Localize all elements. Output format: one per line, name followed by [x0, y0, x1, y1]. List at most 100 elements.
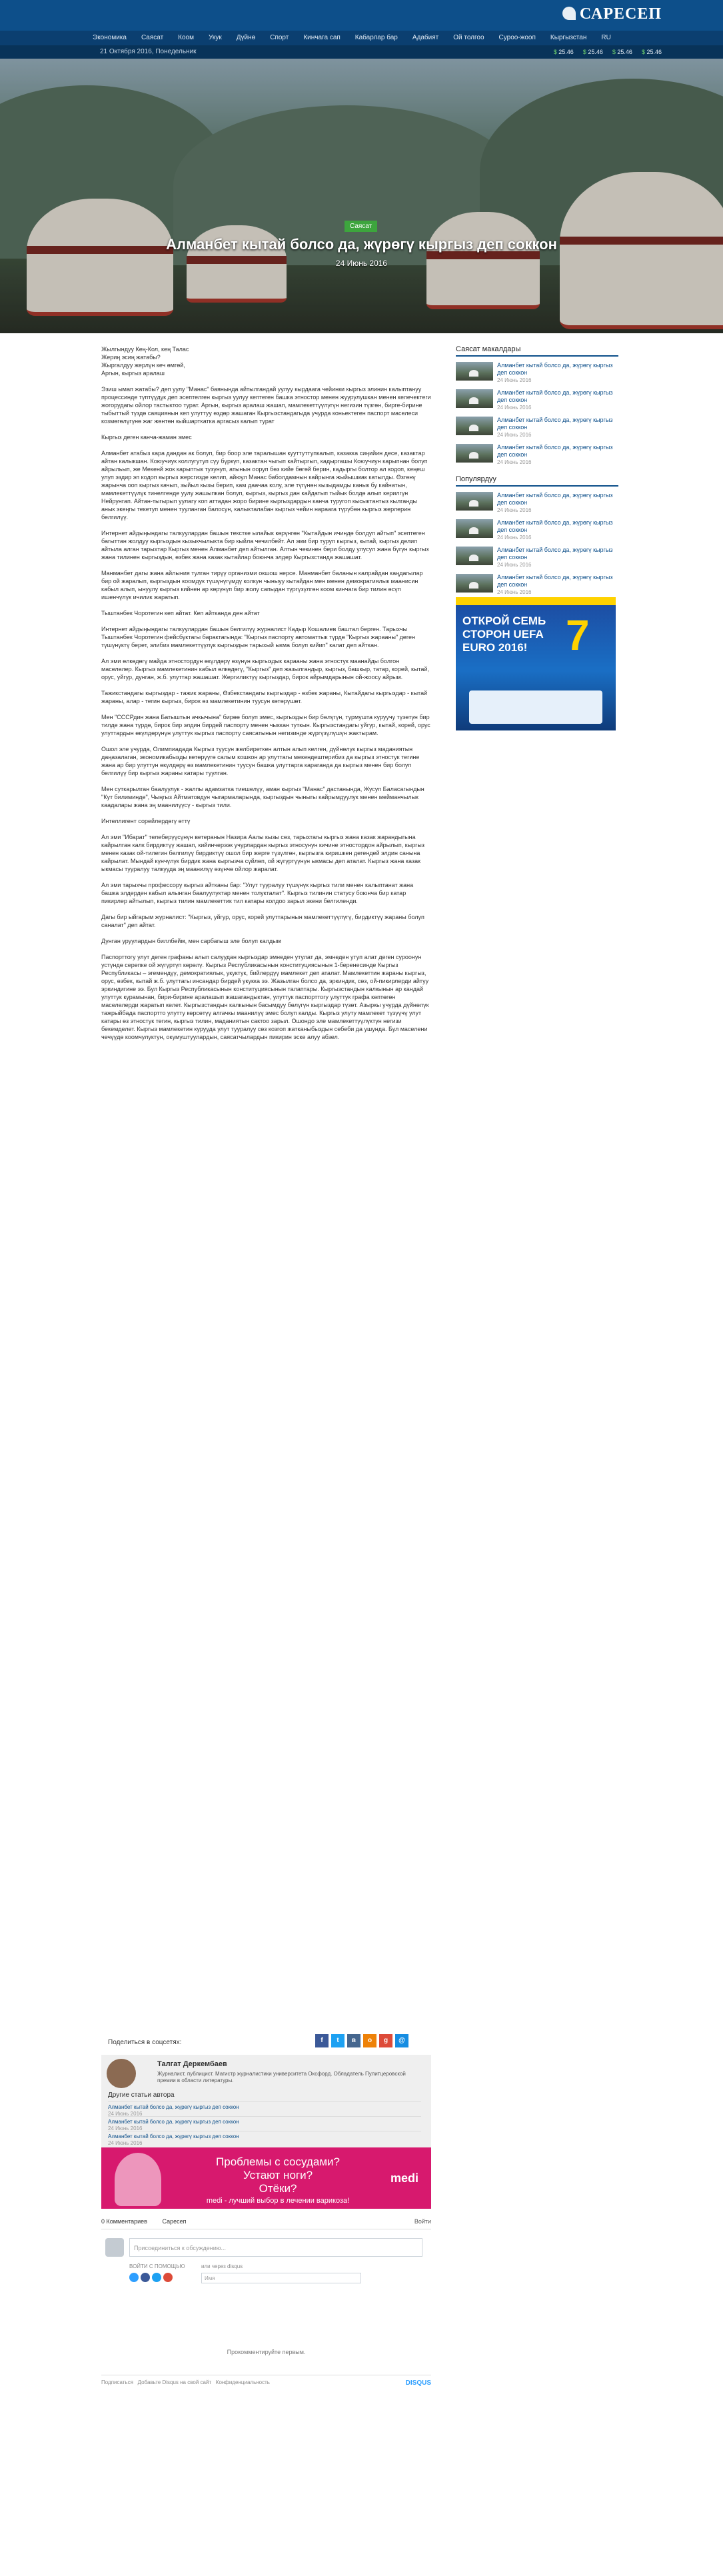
site-logo[interactable]: САРЕСЕП — [562, 5, 662, 23]
disqus-logo[interactable]: DISQUS — [406, 2379, 431, 2387]
ad-title: ОТКРОЙ СЕМЬ СТОРОН UEFA EURO 2016! — [462, 615, 546, 654]
sidebar-list: Алманбет кытай болсо да, жүрөгү кыргыз д… — [456, 362, 618, 466]
sidebar-article-text: Алманбет кытай болсо да, жүрөгү кыргыз д… — [497, 362, 618, 384]
sidebar-article-date: 24 Июнь 2016 — [497, 535, 532, 541]
name-input[interactable]: Имя — [201, 2273, 361, 2283]
or-disqus-label: или через disqus — [201, 2263, 243, 2269]
nav-item[interactable]: Спорт — [263, 31, 296, 45]
comments-footer: Подписаться Добавьте Disqus на свой сайт… — [101, 2375, 431, 2387]
add-disqus-link[interactable]: Добавьте Disqus на свой сайт — [138, 2379, 212, 2385]
currency-rate: $ 25.46 — [612, 45, 632, 59]
twitter-icon[interactable]: t — [331, 2034, 345, 2047]
article-paragraph: Ал эми тарыхчы профессору кыргыз айтканы… — [101, 882, 414, 904]
ad-subline: medi - лучший выбор в лечении варикоза! — [206, 2197, 350, 2205]
article-thumbnail — [456, 519, 493, 538]
hero-banner: Саясат Алманбет кытай болсо да, жүрөгү к… — [0, 59, 723, 333]
comments-login[interactable]: Войти — [414, 2218, 431, 2225]
ad-number: 7 — [566, 611, 590, 659]
author-article[interactable]: Алманбет кытай болсо да, жүрөгү кыргыз д… — [108, 2116, 421, 2132]
vk-icon[interactable]: в — [347, 2034, 361, 2047]
nav-item[interactable]: Дүйнө — [229, 31, 263, 45]
twitter-login-icon[interactable] — [152, 2273, 161, 2282]
google-plus-icon[interactable]: g — [379, 2034, 392, 2047]
sidebar-article-title: Алманбет кытай болсо да, жүрөгү кыргыз д… — [497, 574, 613, 588]
author-article[interactable]: Алманбет кытай болсо да, жүрөгү кыргыз д… — [108, 2131, 421, 2147]
nav-item[interactable]: Экономика — [85, 31, 134, 45]
author-article-title: Алманбет кытай болсо да, жүрөгү кыргыз д… — [108, 2119, 239, 2125]
comments-count[interactable]: 0 Комментариев — [101, 2218, 147, 2225]
currency-value: 25.46 — [588, 49, 603, 55]
sidebar-article-date: 24 Июнь 2016 — [497, 589, 532, 595]
sidebar-article[interactable]: Алманбет кытай болсо да, жүрөгү кыргыз д… — [456, 492, 618, 514]
sidebar-article[interactable]: Алманбет кытай болсо да, жүрөгү кыргыз д… — [456, 389, 618, 411]
nav-items: Экономика Саясат Коом Укук Дүйнө Спорт Кинчага… — [85, 31, 618, 45]
sidebar-article-text: Алманбет кытай болсо да, жүрөгү кыргыз д… — [497, 547, 618, 569]
comments-section: 0 Комментариев Саресеп Войти Присоединит… — [101, 2218, 431, 2405]
article-thumbnail — [456, 417, 493, 435]
sidebar-article-date: 24 Июнь 2016 — [497, 507, 532, 513]
logo-text: САРЕСЕП — [579, 5, 662, 23]
sidebar-article-title: Алманбет кытай болсо да, жүрөгү кыргыз д… — [497, 389, 613, 403]
author-article[interactable]: Алманбет кытай болсо да, жүрөгү кыргыз д… — [108, 2101, 421, 2117]
currency-rate: $ 25.46 — [642, 45, 662, 59]
google-login-icon[interactable] — [163, 2273, 173, 2282]
first-comment-prompt: Прокомментируйте первым. — [227, 2349, 306, 2355]
sidebar-section-title: Саясат макалдары — [456, 345, 618, 357]
euro-ad-banner[interactable]: ОТКРОЙ СЕМЬ СТОРОН UEFA EURO 2016! 7 — [456, 597, 616, 730]
odnoklassniki-icon[interactable]: о — [363, 2034, 376, 2047]
author-article-title: Алманбет кытай болсо да, жүрөгү кыргыз д… — [108, 2133, 239, 2139]
author-name[interactable]: Талгат Деркембаев — [157, 2060, 227, 2068]
comments-site[interactable]: Саресеп — [162, 2218, 186, 2225]
privacy-link[interactable]: Конфиденциальность — [216, 2379, 270, 2385]
article-date: 24 Июнь 2016 — [335, 259, 388, 268]
nav-item[interactable]: Кабарлар бар — [348, 31, 405, 45]
sidebar-article[interactable]: Алманбет кытай болсо да, жүрөгү кыргыз д… — [456, 519, 618, 541]
currency-rates: $ 25.46 $ 25.46 $ 25.46 $ 25.46 — [554, 45, 662, 59]
sidebar-article-date: 24 Июнь 2016 — [497, 459, 532, 465]
currency-symbol: $ — [553, 49, 557, 55]
ad-headline: Проблемы с сосудами? Устают ноги? Отёки? — [216, 2155, 340, 2195]
sidebar-article-date: 24 Июнь 2016 — [497, 562, 532, 568]
facebook-icon[interactable]: f — [315, 2034, 329, 2047]
subscribe-link[interactable]: Подписаться — [101, 2379, 133, 2385]
mail-icon[interactable]: @ — [395, 2034, 408, 2047]
currency-symbol: $ — [582, 49, 586, 55]
site-header: САРЕСЕП — [0, 0, 723, 31]
nav-item[interactable]: Коом — [171, 31, 201, 45]
sidebar-article-title: Алманбет кытай болсо да, жүрөгү кыргыз д… — [497, 547, 613, 561]
sidebar-article-text: Алманбет кытай болсо да, жүрөгү кыргыз д… — [497, 444, 618, 466]
nav-item[interactable]: Укук — [201, 31, 229, 45]
sidebar-article[interactable]: Алманбет кытай болсо да, жүрөгү кыргыз д… — [456, 444, 618, 466]
author-box: Талгат Деркембаев Журналист, публицист. … — [101, 2055, 431, 2148]
share-label: Поделиться в соцсетях: — [108, 2039, 182, 2046]
main-nav: Экономика Саясат Коом Укук Дүйнө Спорт Кинчага… — [0, 31, 723, 45]
currency-value: 25.46 — [558, 49, 574, 55]
sidebar-article[interactable]: Алманбет кытай болсо да, жүрөгү кыргыз д… — [456, 417, 618, 439]
article-thumbnail — [456, 389, 493, 408]
sidebar-article[interactable]: Алманбет кытай болсо да, жүрөгү кыргыз д… — [456, 574, 618, 596]
nav-item[interactable]: Кинчага сап — [296, 31, 347, 45]
current-date: 21 Октября 2016, Понедельник — [100, 48, 197, 55]
nav-item[interactable]: Адабият — [405, 31, 446, 45]
sidebar-article[interactable]: Алманбет кытай болсо да, жүрөгү кыргыз д… — [456, 362, 618, 384]
nav-item[interactable]: Суроо-жооп — [492, 31, 543, 45]
disqus-login-icon[interactable] — [129, 2273, 139, 2282]
author-others-label: Другие статьи автора — [108, 2091, 175, 2099]
medi-ad-banner[interactable]: Проблемы с сосудами? Устают ноги? Отёки?… — [101, 2147, 431, 2209]
article-paragraph: Интеллигент сорейлердөгү өттү — [101, 818, 191, 824]
article-paragraph: Жылгындуу Кең-Кол, кең Талас Жериң эсиң … — [101, 346, 189, 377]
facebook-login-icon[interactable] — [141, 2273, 150, 2282]
sidebar-article-title: Алманбет кытай болсо да, жүрөгү кыргыз д… — [497, 417, 613, 431]
nav-item[interactable]: Саясат — [134, 31, 171, 45]
sidebar-list: Алманбет кытай болсо да, жүрөгү кыргыз д… — [456, 492, 618, 596]
category-badge[interactable]: Саясат — [345, 221, 378, 232]
article-thumbnail — [456, 547, 493, 565]
nav-item[interactable]: Ой толгоо — [446, 31, 491, 45]
login-with-label: ВОЙТИ С ПОМОЩЬЮ — [129, 2263, 185, 2269]
nav-item[interactable]: RU — [594, 31, 618, 45]
comment-input[interactable]: Присоединиться к обсуждению... — [129, 2238, 422, 2257]
sidebar-article-text: Алманбет кытай болсо да, жүрөгү кыргыз д… — [497, 574, 618, 596]
sidebar-article[interactable]: Алманбет кытай болсо да, жүрөгү кыргыз д… — [456, 547, 618, 569]
sidebar-section-title: Популярдуу — [456, 475, 618, 487]
nav-item[interactable]: Кыргызстан — [543, 31, 594, 45]
